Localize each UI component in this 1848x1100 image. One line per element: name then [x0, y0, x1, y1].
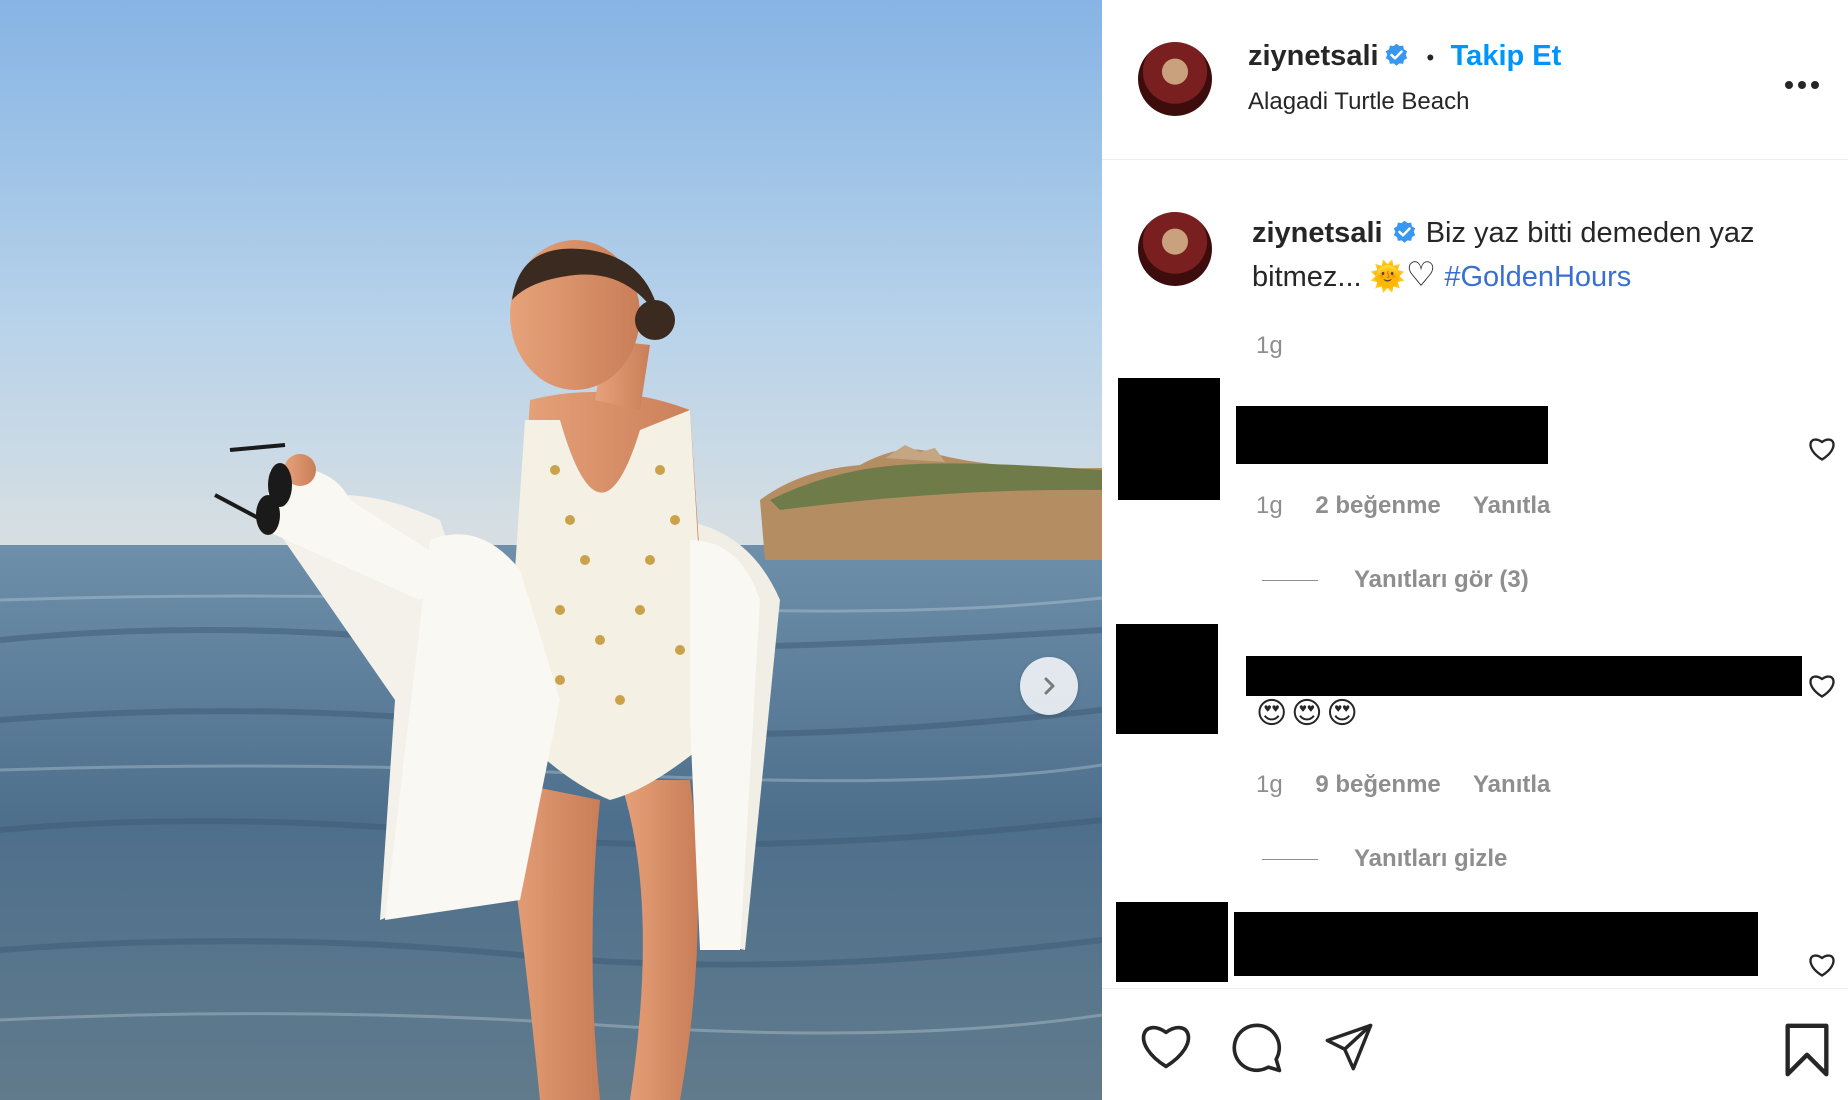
- comment-meta: 1g 2 beğenme Yanıtla: [1256, 492, 1576, 520]
- reply-button[interactable]: Yanıtla: [1473, 771, 1550, 798]
- replies-line: [1262, 579, 1318, 581]
- caption-avatar[interactable]: [1138, 212, 1212, 286]
- comment-emojis: 😍😍😍: [1256, 697, 1362, 730]
- comment-text-redacted: [1246, 656, 1802, 696]
- comment-meta: 1g 9 beğenme Yanıtla: [1256, 771, 1576, 799]
- beach-photo: [0, 0, 1102, 1100]
- post-photo[interactable]: [0, 0, 1102, 1100]
- hashtag-link[interactable]: #GoldenHours: [1444, 261, 1631, 293]
- comment-text-redacted: [1236, 406, 1548, 464]
- more-options-button[interactable]: [1784, 62, 1820, 96]
- sun-emoji: 🌞: [1369, 261, 1406, 293]
- comment-text-redacted: [1234, 912, 1758, 976]
- verified-badge-icon: [1385, 43, 1408, 66]
- comment-like-heart-icon[interactable]: [1808, 436, 1836, 462]
- heart-emoji: ♡: [1405, 256, 1437, 294]
- caption-username[interactable]: ziynetsali: [1252, 217, 1383, 249]
- comment-like-heart-icon[interactable]: [1808, 673, 1836, 699]
- location-link[interactable]: Alagadi Turtle Beach: [1248, 88, 1469, 116]
- comment-likes[interactable]: 9 beğenme: [1315, 771, 1440, 798]
- username-link[interactable]: ziynetsali: [1248, 40, 1379, 72]
- caption-time: 1g: [1256, 332, 1283, 359]
- reply-button[interactable]: Yanıtla: [1473, 492, 1550, 519]
- comment-time: 1g: [1256, 492, 1283, 519]
- post-caption: ziynetsali Biz yaz bitti demeden yaz bit…: [1252, 212, 1832, 298]
- comment-avatar-redacted: [1118, 378, 1220, 500]
- comment-avatar-redacted: [1116, 624, 1218, 734]
- heart-icon[interactable]: [1138, 1021, 1194, 1071]
- comment-avatar-redacted: [1116, 902, 1228, 982]
- header-user-row: ziynetsali • Takip Et: [1248, 40, 1561, 73]
- comment-like-heart-icon[interactable]: [1808, 952, 1836, 978]
- share-icon[interactable]: [1322, 1021, 1376, 1073]
- next-photo-button[interactable]: [1020, 657, 1078, 715]
- bookmark-icon[interactable]: [1782, 1021, 1832, 1079]
- more-icon: [1785, 81, 1819, 89]
- post-header: ziynetsali • Takip Et Alagadi Turtle Bea…: [1102, 0, 1848, 160]
- verified-badge-icon: [1393, 220, 1415, 243]
- follow-button[interactable]: Takip Et: [1451, 40, 1562, 72]
- separator-dot: •: [1426, 45, 1435, 70]
- action-bar: [1102, 988, 1848, 1100]
- chevron-right-icon: [1044, 677, 1055, 695]
- comment-time: 1g: [1256, 771, 1283, 798]
- hide-replies-button[interactable]: Yanıtları gizle: [1262, 845, 1507, 873]
- comment-icon[interactable]: [1230, 1021, 1284, 1075]
- avatar[interactable]: [1138, 42, 1212, 116]
- view-replies-button[interactable]: Yanıtları gör (3): [1262, 566, 1529, 594]
- replies-label: Yanıtları gör (3): [1354, 566, 1529, 593]
- replies-label: Yanıtları gizle: [1354, 845, 1508, 872]
- replies-line: [1262, 858, 1318, 860]
- post-side-panel: ziynetsali • Takip Et Alagadi Turtle Bea…: [1102, 0, 1848, 1100]
- comment-likes[interactable]: 2 beğenme: [1315, 492, 1440, 519]
